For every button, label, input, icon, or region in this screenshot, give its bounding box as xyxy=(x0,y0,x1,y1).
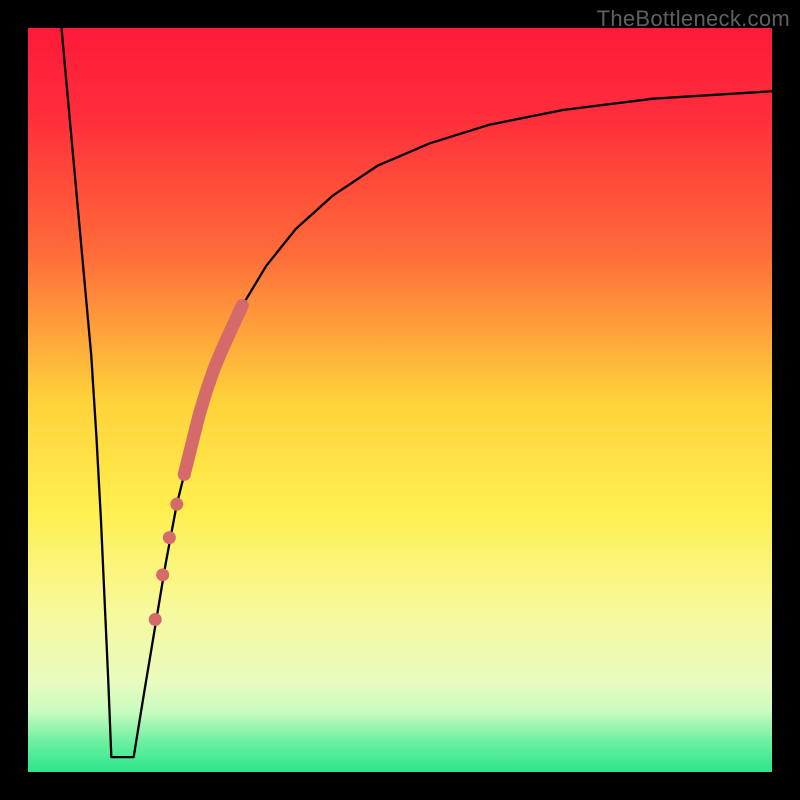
highlight-dot xyxy=(149,613,162,626)
highlight-dot xyxy=(163,531,176,544)
watermark-text: TheBottleneck.com xyxy=(597,6,790,32)
chart-svg xyxy=(28,28,772,772)
highlight-dot xyxy=(170,498,183,511)
plot-area xyxy=(28,28,772,772)
highlight-dot xyxy=(156,568,169,581)
gradient-background xyxy=(28,28,772,772)
chart-frame: TheBottleneck.com xyxy=(0,0,800,800)
